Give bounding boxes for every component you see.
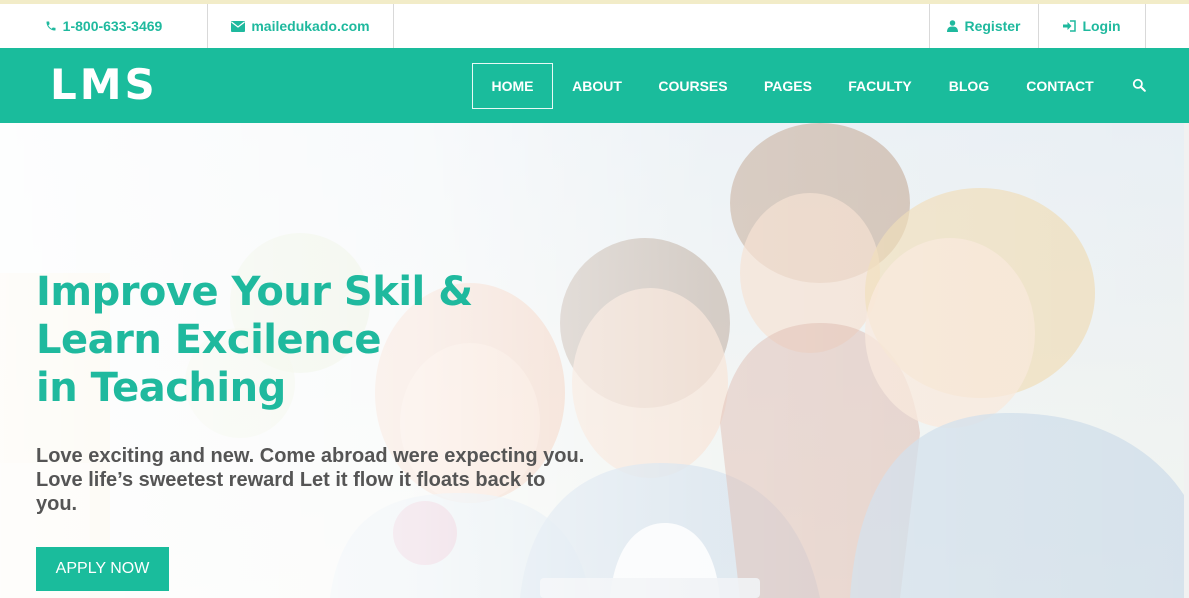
email-address: mailedukado.com bbox=[251, 18, 370, 34]
page-scrollbar[interactable] bbox=[1184, 123, 1189, 598]
apply-now-button[interactable]: APPLY NOW bbox=[36, 547, 169, 591]
nav-faculty-label: FACULTY bbox=[848, 78, 912, 94]
topbar-divider bbox=[1145, 4, 1146, 48]
topbar-divider bbox=[393, 4, 394, 48]
envelope-icon bbox=[231, 20, 246, 32]
phone-icon bbox=[45, 20, 57, 32]
top-bar: 1-800-633-3469 mailedukado.com Register … bbox=[0, 0, 1189, 48]
user-icon bbox=[947, 20, 959, 32]
hero-subtext: Love exciting and new. Come abroad were … bbox=[36, 444, 596, 516]
main-navbar: LMS HOME ABOUT COURSES PAGES FACULTY BLO… bbox=[0, 48, 1189, 123]
nav-blog[interactable]: BLOG bbox=[938, 63, 1000, 109]
nav-faculty[interactable]: FACULTY bbox=[840, 63, 920, 109]
nav-blog-label: BLOG bbox=[948, 78, 990, 94]
nav-pages-label: PAGES bbox=[764, 78, 812, 94]
login-link[interactable]: Login bbox=[1039, 4, 1145, 48]
register-label: Register bbox=[964, 18, 1021, 34]
phone-contact[interactable]: 1-800-633-3469 bbox=[0, 4, 207, 48]
nav-about-label: ABOUT bbox=[572, 78, 622, 94]
headline-line: Improve Your Skil & bbox=[36, 269, 473, 315]
sign-in-icon bbox=[1063, 20, 1077, 32]
email-contact[interactable]: mailedukado.com bbox=[208, 4, 393, 48]
nav-contact[interactable]: CONTACT bbox=[1016, 63, 1104, 109]
hero-section: Improve Your Skil & Learn Excilence in T… bbox=[0, 123, 1189, 598]
subtext-line: Love life’s sweetest reward Let it flow … bbox=[36, 469, 546, 491]
nav-contact-label: CONTACT bbox=[1026, 78, 1094, 94]
site-logo[interactable]: LMS bbox=[50, 62, 158, 108]
hero-headline: Improve Your Skil & Learn Excilence in T… bbox=[36, 268, 556, 412]
nav-about[interactable]: ABOUT bbox=[560, 63, 634, 109]
nav-courses[interactable]: COURSES bbox=[648, 63, 738, 109]
phone-number: 1-800-633-3469 bbox=[62, 18, 163, 34]
headline-line: in Teaching bbox=[36, 365, 286, 411]
nav-courses-label: COURSES bbox=[658, 78, 728, 94]
register-link[interactable]: Register bbox=[930, 4, 1038, 48]
headline-line: Learn Excilence bbox=[36, 317, 381, 363]
subtext-line: Love exciting and new. Come abroad were … bbox=[36, 445, 585, 467]
nav-pages[interactable]: PAGES bbox=[754, 63, 822, 109]
login-label: Login bbox=[1082, 18, 1121, 34]
subtext-line: you. bbox=[36, 493, 78, 515]
nav-home[interactable]: HOME bbox=[472, 63, 553, 109]
search-icon[interactable] bbox=[1128, 74, 1150, 96]
nav-home-label: HOME bbox=[491, 78, 534, 94]
